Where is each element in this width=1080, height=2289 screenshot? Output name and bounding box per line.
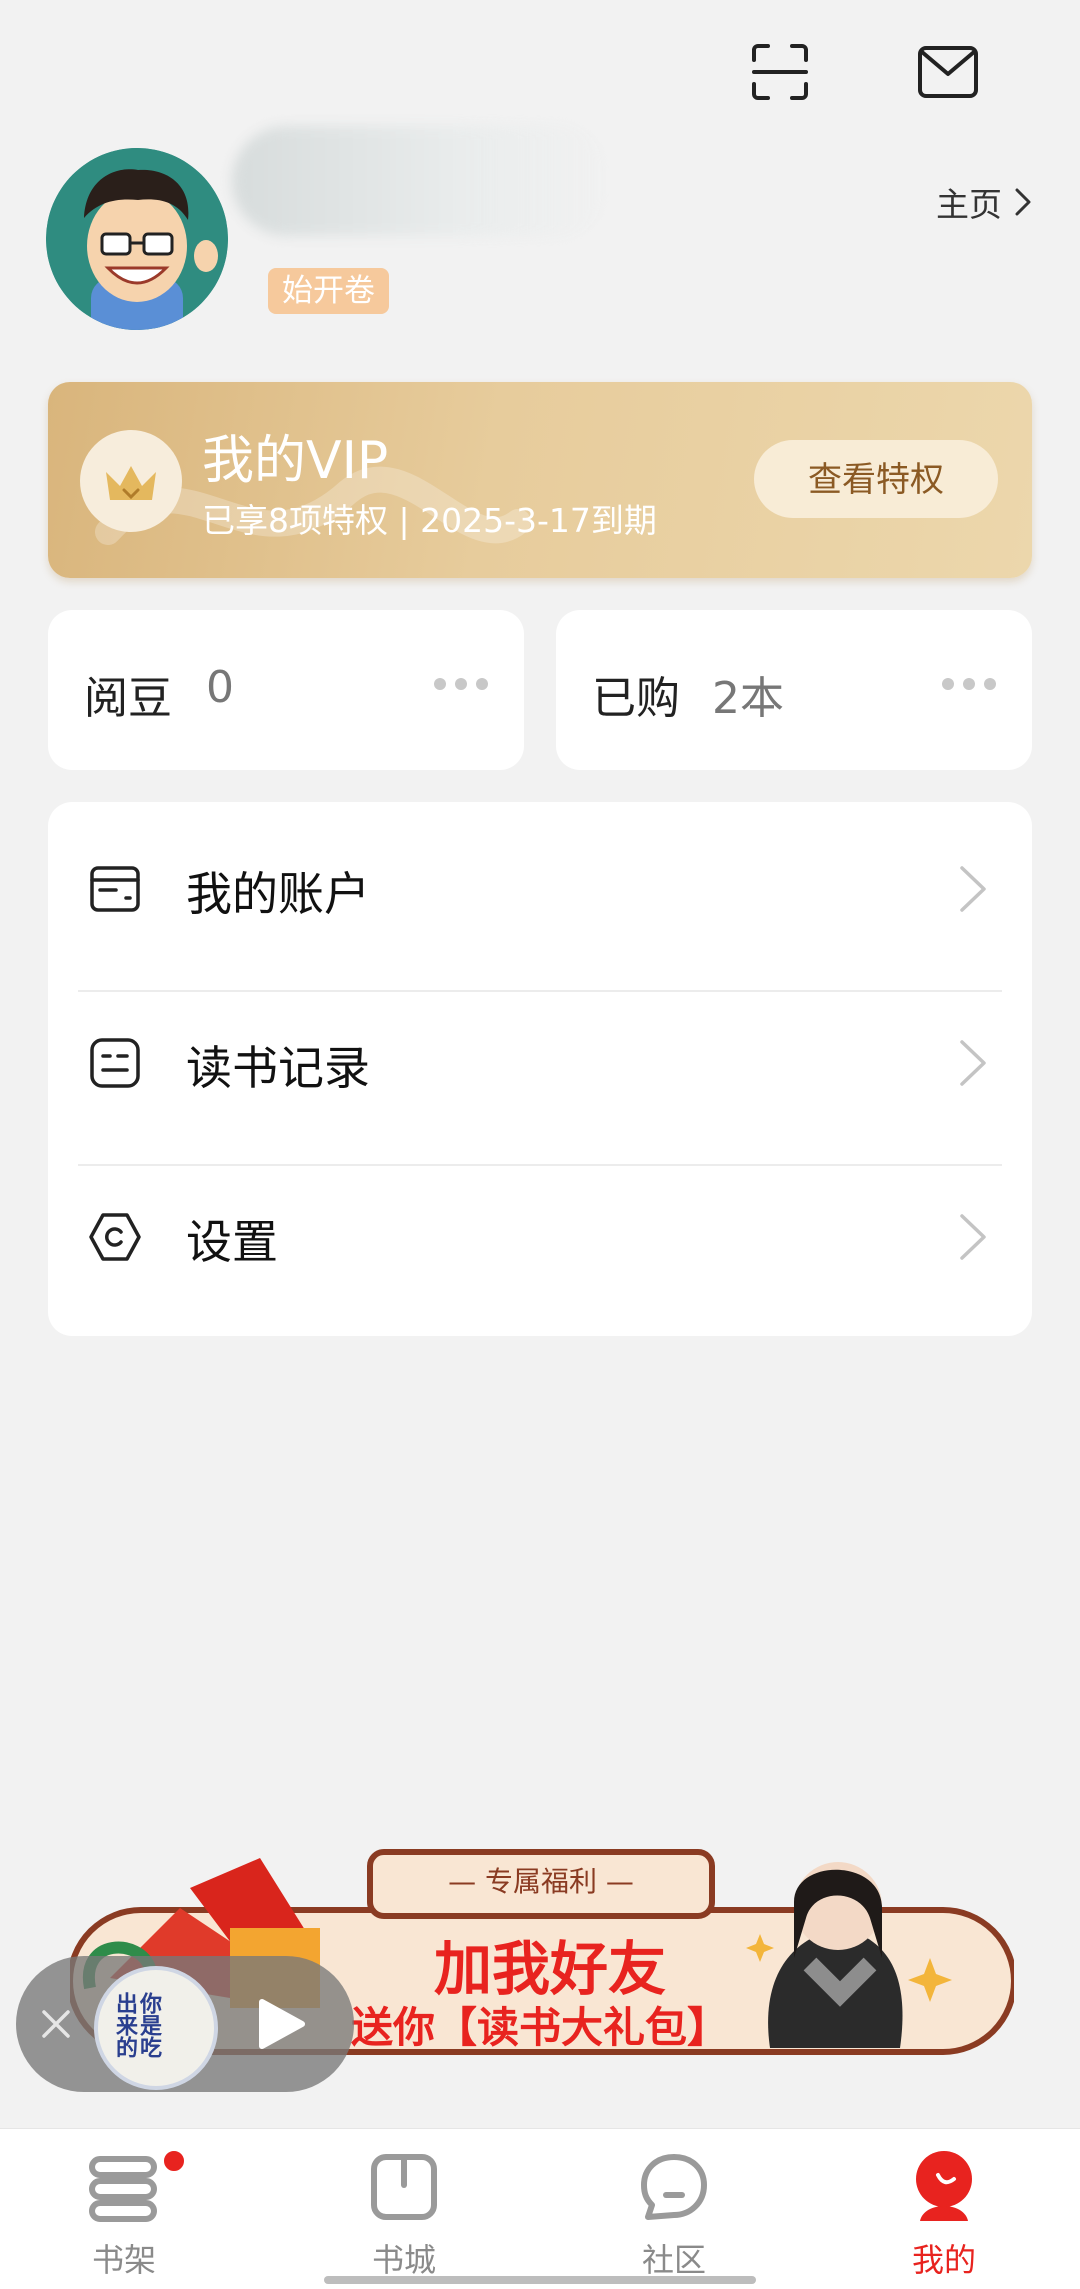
homepage-link[interactable]: 主页: [936, 178, 1032, 226]
chevron-right-icon: [1015, 188, 1031, 216]
bottom-tab-bar: 书架 书城 社区 我的: [0, 2128, 1080, 2289]
bookstore-icon: [371, 2154, 437, 2220]
chevron-right-icon: [960, 866, 986, 912]
community-icon: [641, 2154, 707, 2220]
play-icon[interactable]: [252, 1996, 308, 2052]
username-blurred: [232, 126, 612, 236]
cover-title: 你是吃出来的: [112, 1992, 161, 2058]
tab-bookshelf[interactable]: 书架: [44, 2139, 204, 2279]
wallet-icon: [90, 866, 140, 912]
menu-item-my-account[interactable]: 我的账户: [48, 802, 1032, 976]
tab-label: 书架: [91, 2241, 156, 2279]
vip-title: 我的VIP: [202, 431, 389, 491]
view-privileges-button[interactable]: 查看特权: [754, 440, 998, 518]
tab-profile[interactable]: 我的: [864, 2139, 1024, 2279]
reader-level-badge: 始开卷: [268, 268, 389, 314]
tab-label: 社区: [641, 2241, 706, 2279]
mail-icon[interactable]: [916, 40, 980, 104]
tab-label: 书城: [371, 2241, 436, 2279]
notification-dot: [162, 2149, 186, 2173]
avatar-illustration: [46, 148, 228, 330]
home-indicator: [324, 2276, 756, 2284]
menu-item-reading-history[interactable]: 读书记录: [48, 976, 1032, 1150]
chevron-right-icon: [960, 1214, 986, 1260]
reading-beans-card[interactable]: 阅豆 0: [48, 610, 524, 770]
tab-label: 我的: [911, 2241, 976, 2279]
scan-icon[interactable]: [748, 40, 812, 104]
bookshelf-icon: [89, 2156, 157, 2222]
record-icon: [90, 1038, 140, 1088]
chevron-right-icon: [960, 1040, 986, 1086]
avatar[interactable]: [46, 148, 228, 330]
menu-item-label: 设置: [186, 1215, 278, 1269]
menu-item-label: 读书记录: [186, 1041, 370, 1095]
more-icon: [434, 678, 488, 690]
profile-icon: [916, 2151, 972, 2221]
crown-icon: [80, 430, 182, 532]
mini-player[interactable]: 你是吃出来的: [16, 1956, 354, 2092]
tab-bookstore[interactable]: 书城: [324, 2139, 484, 2279]
purchased-card[interactable]: 已购 2本: [556, 610, 1032, 770]
menu-item-label: 我的账户: [186, 867, 370, 921]
banner-subline: 送你【读书大礼包】: [350, 2003, 729, 2052]
reading-beans-value: 0: [206, 662, 234, 713]
settings-icon: [89, 1213, 141, 1261]
vip-subtitle: 已享8项特权 | 2025-3-17到期: [202, 501, 657, 540]
menu-item-settings[interactable]: 设置: [48, 1150, 1032, 1324]
audiobook-cover[interactable]: 你是吃出来的: [94, 1966, 218, 2090]
more-icon: [942, 678, 996, 690]
menu-list: 我的账户 读书记录 设置: [48, 802, 1032, 1336]
vip-card[interactable]: 我的VIP 已享8项特权 | 2025-3-17到期 查看特权: [48, 382, 1032, 578]
purchased-label: 已购: [592, 673, 680, 724]
tab-community[interactable]: 社区: [594, 2139, 754, 2279]
homepage-label: 主页: [936, 185, 1002, 224]
banner-tag: — 专属福利 —: [448, 1865, 634, 1898]
purchased-value: 2本: [712, 673, 784, 724]
close-icon[interactable]: [36, 2004, 76, 2044]
reading-beans-label: 阅豆: [84, 673, 172, 724]
